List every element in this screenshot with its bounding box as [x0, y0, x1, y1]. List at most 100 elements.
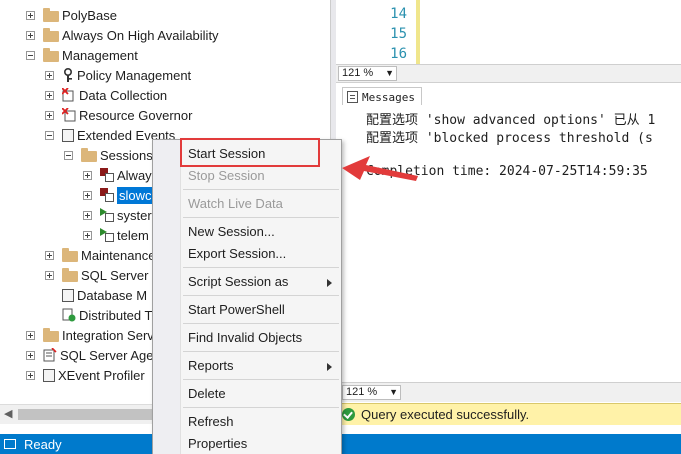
expand-icon[interactable] [45, 250, 54, 260]
tree-node-session[interactable]: telem [83, 225, 149, 245]
tree-node-label: Policy Management [77, 67, 192, 83]
tree-node-label: Sessions [100, 147, 153, 163]
tree-node-policy-management[interactable]: Policy Management [45, 65, 191, 85]
expand-icon[interactable] [45, 90, 54, 100]
tree-node-label: PolyBase [62, 7, 117, 23]
agent-icon [43, 347, 57, 362]
menu-separator [183, 407, 339, 408]
tree-node-resource-governor[interactable]: Resource Governor [45, 105, 192, 125]
expand-icon[interactable] [26, 30, 35, 40]
expand-icon[interactable] [26, 350, 35, 360]
tree-node-label: Resource Governor [79, 107, 193, 123]
tree-node-integration-services[interactable]: Integration Serv [26, 325, 154, 345]
tree-node-session[interactable]: syster [83, 205, 152, 225]
expand-icon[interactable] [45, 270, 54, 280]
messages-panel: Messages 配置选项 'show advanced options' 已从… [336, 82, 681, 382]
success-check-icon [342, 408, 355, 421]
expand-icon[interactable] [83, 170, 92, 180]
status-text: Ready [24, 436, 62, 452]
expand-icon[interactable] [45, 70, 54, 80]
query-editor[interactable]: 14 15 16 [336, 0, 681, 64]
messages-icon [347, 91, 358, 103]
tree-node-data-collection[interactable]: Data Collection [45, 85, 167, 105]
menu-separator [183, 323, 339, 324]
tree-node-label: Database M [77, 287, 148, 303]
collapse-icon[interactable] [45, 130, 54, 140]
tree-node-label: Integration Serv [62, 327, 154, 343]
tree-node-session[interactable]: Alway [83, 165, 152, 185]
menu-separator [183, 189, 339, 190]
tree-node-database-mail[interactable]: Database M [45, 285, 147, 305]
folder-icon [81, 147, 97, 162]
editor-zoom-bar: 121 % ▼ [336, 64, 681, 82]
folder-icon [43, 7, 59, 22]
data-collection-icon [61, 87, 76, 102]
policy-icon [62, 67, 74, 82]
line-number: 16 [390, 46, 407, 62]
menu-separator [183, 295, 339, 296]
submenu-arrow-icon [327, 279, 332, 287]
message-line: 配置选项 'show advanced options' 已从 1 [366, 113, 656, 128]
expand-icon[interactable] [45, 110, 54, 120]
tree-node-label: telem [117, 227, 149, 243]
annotation-highlight-box [180, 138, 320, 167]
tree-node-sessions[interactable]: Sessions [64, 145, 153, 165]
menu-item-refresh[interactable]: Refresh [188, 414, 234, 429]
zoom-value: 121 % [346, 386, 378, 398]
tree-node-label: Management [62, 47, 138, 63]
expand-icon[interactable] [83, 230, 92, 240]
extended-events-icon [62, 128, 74, 142]
expand-icon[interactable] [26, 10, 35, 20]
folder-icon [62, 267, 78, 282]
tree-node-session-selected[interactable]: slowc [83, 185, 154, 205]
results-zoom-select[interactable]: 121 % ▼ [342, 385, 401, 400]
submenu-arrow-icon [327, 363, 332, 371]
distributed-icon [62, 308, 76, 322]
line-number: 15 [390, 26, 407, 42]
expand-icon[interactable] [83, 190, 92, 200]
menu-item-new-session[interactable]: New Session... [188, 224, 275, 239]
collapse-icon[interactable] [26, 50, 35, 60]
expand-icon[interactable] [26, 370, 35, 380]
session-running-icon [100, 228, 114, 242]
session-running-icon [100, 208, 114, 222]
tree-node-label: Always On High Availability [62, 27, 219, 43]
tree-node-label: Distributed T [79, 307, 153, 323]
tree-node-always-on[interactable]: Always On High Availability [26, 25, 219, 45]
menu-item-reports[interactable]: Reports [188, 358, 234, 373]
menu-item-export-session[interactable]: Export Session... [188, 246, 286, 261]
menu-separator [183, 351, 339, 352]
tree-node-distributed-transaction[interactable]: Distributed T [45, 305, 152, 325]
tree-node-sql-server-agent[interactable]: SQL Server Age [26, 345, 153, 365]
expand-icon[interactable] [83, 210, 92, 220]
tree-node-polybase[interactable]: PolyBase [26, 5, 117, 25]
database-mail-icon [62, 288, 74, 302]
menu-icon-stripe [153, 140, 181, 454]
tree-node-maintenance[interactable]: Maintenance [45, 245, 155, 265]
collapse-icon[interactable] [64, 150, 73, 160]
tree-node-sql-server-logs[interactable]: SQL Server L [45, 265, 159, 285]
tree-node-xevent-profiler[interactable]: XEvent Profiler [26, 365, 145, 385]
chevron-down-icon[interactable]: ▼ [385, 67, 394, 80]
menu-item-watch-live-data: Watch Live Data [188, 196, 283, 211]
menu-item-delete[interactable]: Delete [188, 386, 226, 401]
scrollbar-thumb[interactable] [18, 409, 168, 420]
folder-icon [43, 47, 59, 62]
tree-node-label: slowc [117, 186, 154, 204]
menu-separator [183, 379, 339, 380]
chevron-down-icon[interactable]: ▼ [389, 386, 398, 399]
tree-node-label: XEvent Profiler [58, 367, 145, 383]
expand-icon[interactable] [26, 330, 35, 340]
query-status-text: Query executed successfully. [361, 407, 530, 422]
message-line: 配置选项 'blocked process threshold (s [366, 131, 653, 146]
menu-item-start-powershell[interactable]: Start PowerShell [188, 302, 285, 317]
editor-zoom-select[interactable]: 121 % ▼ [338, 66, 397, 81]
tree-node-management[interactable]: Management [26, 45, 138, 65]
xevent-icon [43, 368, 55, 382]
scroll-left-icon[interactable]: ◀ [4, 407, 12, 420]
menu-item-find-invalid-objects[interactable]: Find Invalid Objects [188, 330, 302, 345]
tab-messages[interactable]: Messages [342, 87, 422, 105]
menu-item-properties[interactable]: Properties [188, 436, 247, 451]
menu-item-script-session-as[interactable]: Script Session as [188, 274, 288, 289]
folder-icon [62, 247, 78, 262]
